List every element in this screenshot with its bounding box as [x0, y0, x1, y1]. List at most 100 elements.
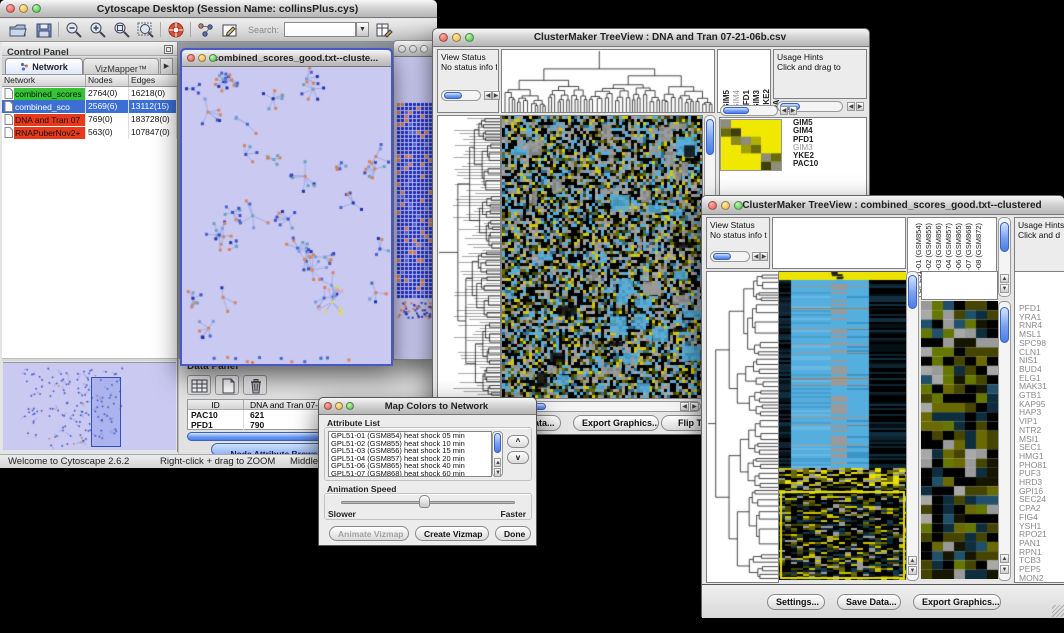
zoom-button[interactable]: [734, 201, 743, 210]
float-panel-icon[interactable]: [164, 45, 173, 54]
zoom-button[interactable]: [420, 45, 428, 53]
column-labels-vscrollbar[interactable]: ▲ ▼: [998, 217, 1011, 297]
gene-label[interactable]: MON2: [1019, 574, 1064, 583]
tab-vizmapper[interactable]: VizMapper™: [83, 58, 159, 74]
close-button[interactable]: [6, 4, 15, 13]
zoom-out-icon[interactable]: [64, 21, 84, 39]
annotation-icon[interactable]: [220, 21, 240, 39]
scroll-left-icon[interactable]: ◀: [780, 106, 788, 115]
scroll-up-icon[interactable]: ▲: [494, 458, 501, 467]
scroll-down-icon[interactable]: ▼: [1000, 284, 1009, 293]
network-row[interactable]: DNA and Tran 07 769(0) 183728(0): [2, 113, 177, 126]
zoom-selected-icon[interactable]: [136, 21, 156, 39]
scroll-right-icon[interactable]: ▶: [789, 106, 797, 115]
zoom-heatmap-canvas[interactable]: [921, 301, 998, 579]
scroll-up-icon[interactable]: ▲: [1000, 554, 1009, 563]
zoom-button[interactable]: [465, 33, 474, 42]
delete-attribute-button[interactable]: [243, 375, 267, 395]
network-tool-icon[interactable]: [196, 21, 216, 39]
scroll-left-icon[interactable]: ◀: [484, 91, 492, 100]
help-lifering-icon[interactable]: [166, 21, 186, 39]
save-data-button[interactable]: Save Data...: [837, 594, 901, 610]
export-graphics-button[interactable]: Export Graphics...: [913, 594, 1001, 610]
open-file-icon[interactable]: [8, 21, 28, 39]
search-input[interactable]: [284, 22, 356, 37]
col-edges[interactable]: Edges: [129, 75, 176, 86]
minimize-button[interactable]: [19, 4, 28, 13]
view-status-scrollbar[interactable]: [441, 90, 481, 101]
tab-overflow-button[interactable]: ▶: [160, 58, 173, 74]
scroll-down-icon[interactable]: ▼: [494, 468, 501, 477]
network-row[interactable]: combined_sco 2569(6) 13112(15): [2, 100, 177, 113]
zoom-button[interactable]: [32, 4, 41, 13]
attribute-list-item[interactable]: GPL51-04 (GSM857) heat shock 20 min: [329, 455, 491, 463]
new-attribute-button[interactable]: [215, 375, 239, 395]
done-button[interactable]: Done: [495, 526, 531, 541]
minimize-button[interactable]: [198, 54, 206, 62]
resize-grip[interactable]: [1052, 605, 1064, 617]
search-dropdown-button[interactable]: ▼: [356, 22, 369, 37]
scroll-right-icon[interactable]: ▶: [760, 252, 768, 261]
panel-splitter[interactable]: [2, 358, 177, 361]
minimize-button[interactable]: [452, 33, 461, 42]
zoom-hscrollbar[interactable]: [720, 105, 778, 116]
search-config-icon[interactable]: [374, 21, 394, 39]
birdseye-view[interactable]: [3, 362, 176, 450]
scroll-down-icon[interactable]: ▼: [908, 566, 917, 575]
speed-slider-thumb[interactable]: [419, 495, 430, 508]
column-dendrogram-panel[interactable]: [772, 217, 906, 269]
tab-network[interactable]: Network: [5, 58, 83, 74]
zoom-vscrollbar[interactable]: ▲ ▼: [998, 301, 1011, 581]
col-nodes[interactable]: Nodes: [86, 75, 129, 86]
scroll-left-icon[interactable]: ◀: [752, 252, 760, 261]
create-vizmap-button[interactable]: Create Vizmap: [415, 526, 489, 541]
zoom-button[interactable]: [346, 402, 354, 410]
scroll-right-icon[interactable]: ▶: [690, 402, 699, 411]
row-dendrogram-panel[interactable]: [437, 115, 501, 398]
view-status-scrollbar[interactable]: [710, 251, 750, 262]
scroll-up-icon[interactable]: ▲: [908, 556, 917, 565]
scroll-left-icon[interactable]: ◀: [847, 102, 855, 111]
zoom-fit-icon[interactable]: [112, 21, 132, 39]
attribute-list-item[interactable]: GPL51-02 (GSM855) heat shock 10 min: [329, 440, 491, 448]
column-dendrogram-panel[interactable]: [501, 49, 715, 113]
close-button[interactable]: [708, 201, 717, 210]
scroll-left-icon[interactable]: ◀: [680, 402, 689, 411]
scroll-right-icon[interactable]: ▶: [856, 102, 864, 111]
heatmap-vscrollbar[interactable]: ▲ ▼: [906, 271, 919, 581]
attribute-list-item[interactable]: GPL51-06 (GSM865) heat shock 40 min: [329, 462, 491, 470]
attribute-list-item[interactable]: GPL51-01 (GSM854) heat shock 05 min: [329, 432, 491, 440]
attribute-list-item[interactable]: GPL51-07 (GSM868) heat shock 60 min: [329, 470, 491, 477]
heatmap-panel[interactable]: [779, 271, 906, 581]
minimize-button[interactable]: [721, 201, 730, 210]
id-column-header[interactable]: ID: [188, 400, 244, 409]
settings-button[interactable]: Settings...: [767, 594, 825, 610]
zoom-button[interactable]: [209, 54, 217, 62]
network-row[interactable]: combined_scores 2764(0) 16218(0): [2, 87, 177, 100]
save-icon[interactable]: [34, 21, 54, 39]
main-titlebar[interactable]: Cytoscape Desktop (Session Name: collins…: [0, 0, 437, 18]
zoom-heatmap-canvas[interactable]: [720, 119, 782, 171]
col-network[interactable]: Network: [2, 75, 86, 86]
network-view-canvas[interactable]: [182, 67, 391, 364]
attribute-list-scrollbar[interactable]: ▲ ▼: [492, 431, 503, 477]
close-button[interactable]: [187, 54, 195, 62]
animate-vizmap-button[interactable]: Animate Vizmap: [329, 526, 409, 541]
heatmap-panel[interactable]: [501, 115, 703, 399]
close-button[interactable]: [439, 33, 448, 42]
row-dendrogram-panel[interactable]: [706, 271, 779, 583]
close-button[interactable]: [398, 45, 406, 53]
table-mode-button[interactable]: [187, 375, 211, 395]
minimize-button[interactable]: [409, 45, 417, 53]
birdseye-viewport-rect[interactable]: [91, 377, 121, 447]
zoom-in-icon[interactable]: [88, 21, 108, 39]
attribute-list-item[interactable]: GPL51-03 (GSM856) heat shock 15 min: [329, 447, 491, 455]
export-graphics-button[interactable]: Export Graphics...: [573, 415, 659, 431]
network-row[interactable]: RNAPuberNov2+ 563(0) 107847(0): [2, 126, 177, 139]
attribute-list[interactable]: GPL51-01 (GSM854) heat shock 05 minGPL51…: [328, 431, 492, 477]
scroll-up-icon[interactable]: ▲: [1000, 274, 1009, 283]
minimize-button[interactable]: [335, 402, 343, 410]
row-label[interactable]: PAC10: [793, 160, 833, 168]
scroll-down-icon[interactable]: ▼: [1000, 565, 1009, 574]
move-up-button[interactable]: ^: [507, 435, 529, 448]
